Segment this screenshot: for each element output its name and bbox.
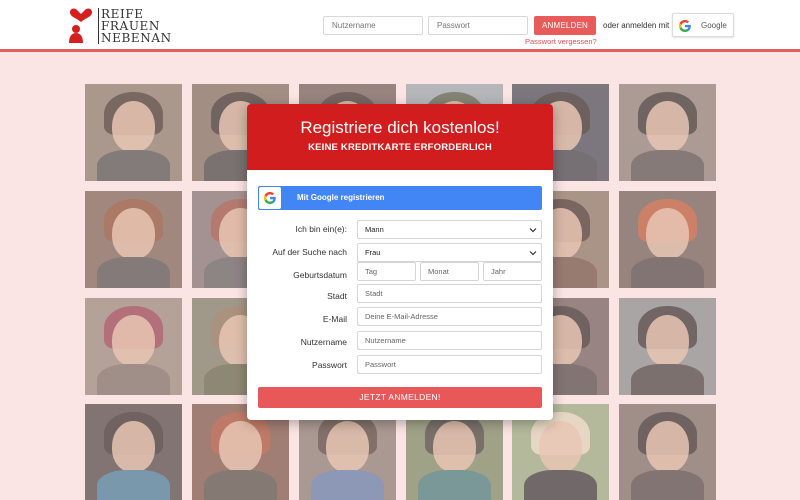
password-input[interactable]: Passwort (357, 355, 542, 374)
chevron-down-icon (529, 251, 537, 256)
photo-1-1[interactable] (85, 84, 182, 181)
photo-2-6[interactable] (619, 191, 716, 288)
birthdate-label: Geburtsdatum (293, 270, 347, 280)
photo-face-shape (112, 421, 155, 472)
photo-face-shape (112, 101, 155, 152)
email-label: E-Mail (322, 314, 347, 324)
email-input[interactable]: Deine E-Mail-Adresse (357, 307, 542, 326)
i-am-label: Ich bin ein(e): (295, 224, 348, 234)
photo-face-shape (433, 421, 476, 472)
username-input[interactable]: Nutzername (357, 331, 542, 350)
i-am-value: Mann (365, 225, 384, 234)
birth-day-input[interactable]: Tag (357, 262, 416, 281)
photo-1-6[interactable] (619, 84, 716, 181)
city-input[interactable]: Stadt (357, 284, 542, 303)
registration-title: Registriere dich kostenlos! (300, 118, 500, 137)
photo-face-shape (112, 208, 155, 259)
site-logo[interactable]: REIFE FRAUEN NEBENAN (66, 8, 176, 46)
registration-subtitle: KEINE KREDITKARTE ERFORDERLICH (308, 142, 492, 153)
header-password-input[interactable] (428, 16, 528, 35)
logo-line-3: NEBENAN (101, 31, 172, 45)
logo-wordmark: REIFE FRAUEN NEBENAN (98, 8, 172, 44)
looking-for-select[interactable]: Frau (357, 243, 542, 262)
photo-body-shape (96, 469, 171, 500)
photo-face-shape (646, 315, 689, 366)
photo-3-6[interactable] (619, 298, 716, 395)
photo-4-6[interactable] (619, 404, 716, 500)
password-label: Passwort (312, 360, 347, 370)
google-login-label: Google (701, 21, 727, 30)
site-header: REIFE FRAUEN NEBENAN ANMELDEN oder anmel… (0, 0, 800, 52)
photo-body-shape (96, 256, 171, 288)
photo-2-1[interactable] (85, 191, 182, 288)
google-icon-box (259, 187, 281, 209)
username-label: Nutzername (300, 337, 347, 347)
photo-face-shape (646, 421, 689, 472)
photo-face-shape (112, 315, 155, 366)
register-submit-button[interactable]: JETZT ANMELDEN! (258, 387, 542, 408)
photo-body-shape (96, 149, 171, 181)
photo-body-shape (523, 469, 598, 500)
registration-header: Registriere dich kostenlos! KEINE KREDIT… (247, 104, 553, 170)
photo-3-1[interactable] (85, 298, 182, 395)
photo-face-shape (539, 421, 582, 472)
header-login-button[interactable]: ANMELDEN (534, 16, 596, 35)
header-username-input[interactable] (323, 16, 423, 35)
google-login-button[interactable]: Google (672, 13, 734, 37)
photo-face-shape (326, 421, 369, 472)
photo-body-shape (310, 469, 385, 500)
photo-body-shape (630, 256, 705, 288)
looking-for-value: Frau (365, 248, 381, 257)
google-register-button[interactable]: Mit Google registrieren (258, 186, 542, 210)
google-icon (264, 192, 276, 204)
photo-body-shape (417, 469, 492, 500)
photo-face-shape (646, 208, 689, 259)
google-register-label: Mit Google registrieren (297, 193, 385, 202)
chevron-down-icon (529, 228, 537, 233)
photo-body-shape (96, 363, 171, 395)
photo-4-1[interactable] (85, 404, 182, 500)
birth-year-input[interactable]: Jahr (483, 262, 542, 281)
looking-for-label: Auf der Suche nach (272, 247, 347, 257)
birth-month-input[interactable]: Monat (420, 262, 479, 281)
google-icon (679, 20, 691, 32)
heart-person-logo-icon (69, 8, 92, 43)
photo-body-shape (630, 363, 705, 395)
or-login-with-text: oder anmelden mit (603, 21, 670, 30)
city-label: Stadt (327, 291, 347, 301)
photo-face-shape (646, 101, 689, 152)
photo-body-shape (630, 469, 705, 500)
i-am-select[interactable]: Mann (357, 220, 542, 239)
forgot-password-link[interactable]: Passwort vergessen? (525, 37, 597, 46)
registration-card: Registriere dich kostenlos! KEINE KREDIT… (247, 104, 553, 420)
photo-body-shape (630, 149, 705, 181)
photo-face-shape (219, 421, 262, 472)
photo-body-shape (203, 469, 278, 500)
